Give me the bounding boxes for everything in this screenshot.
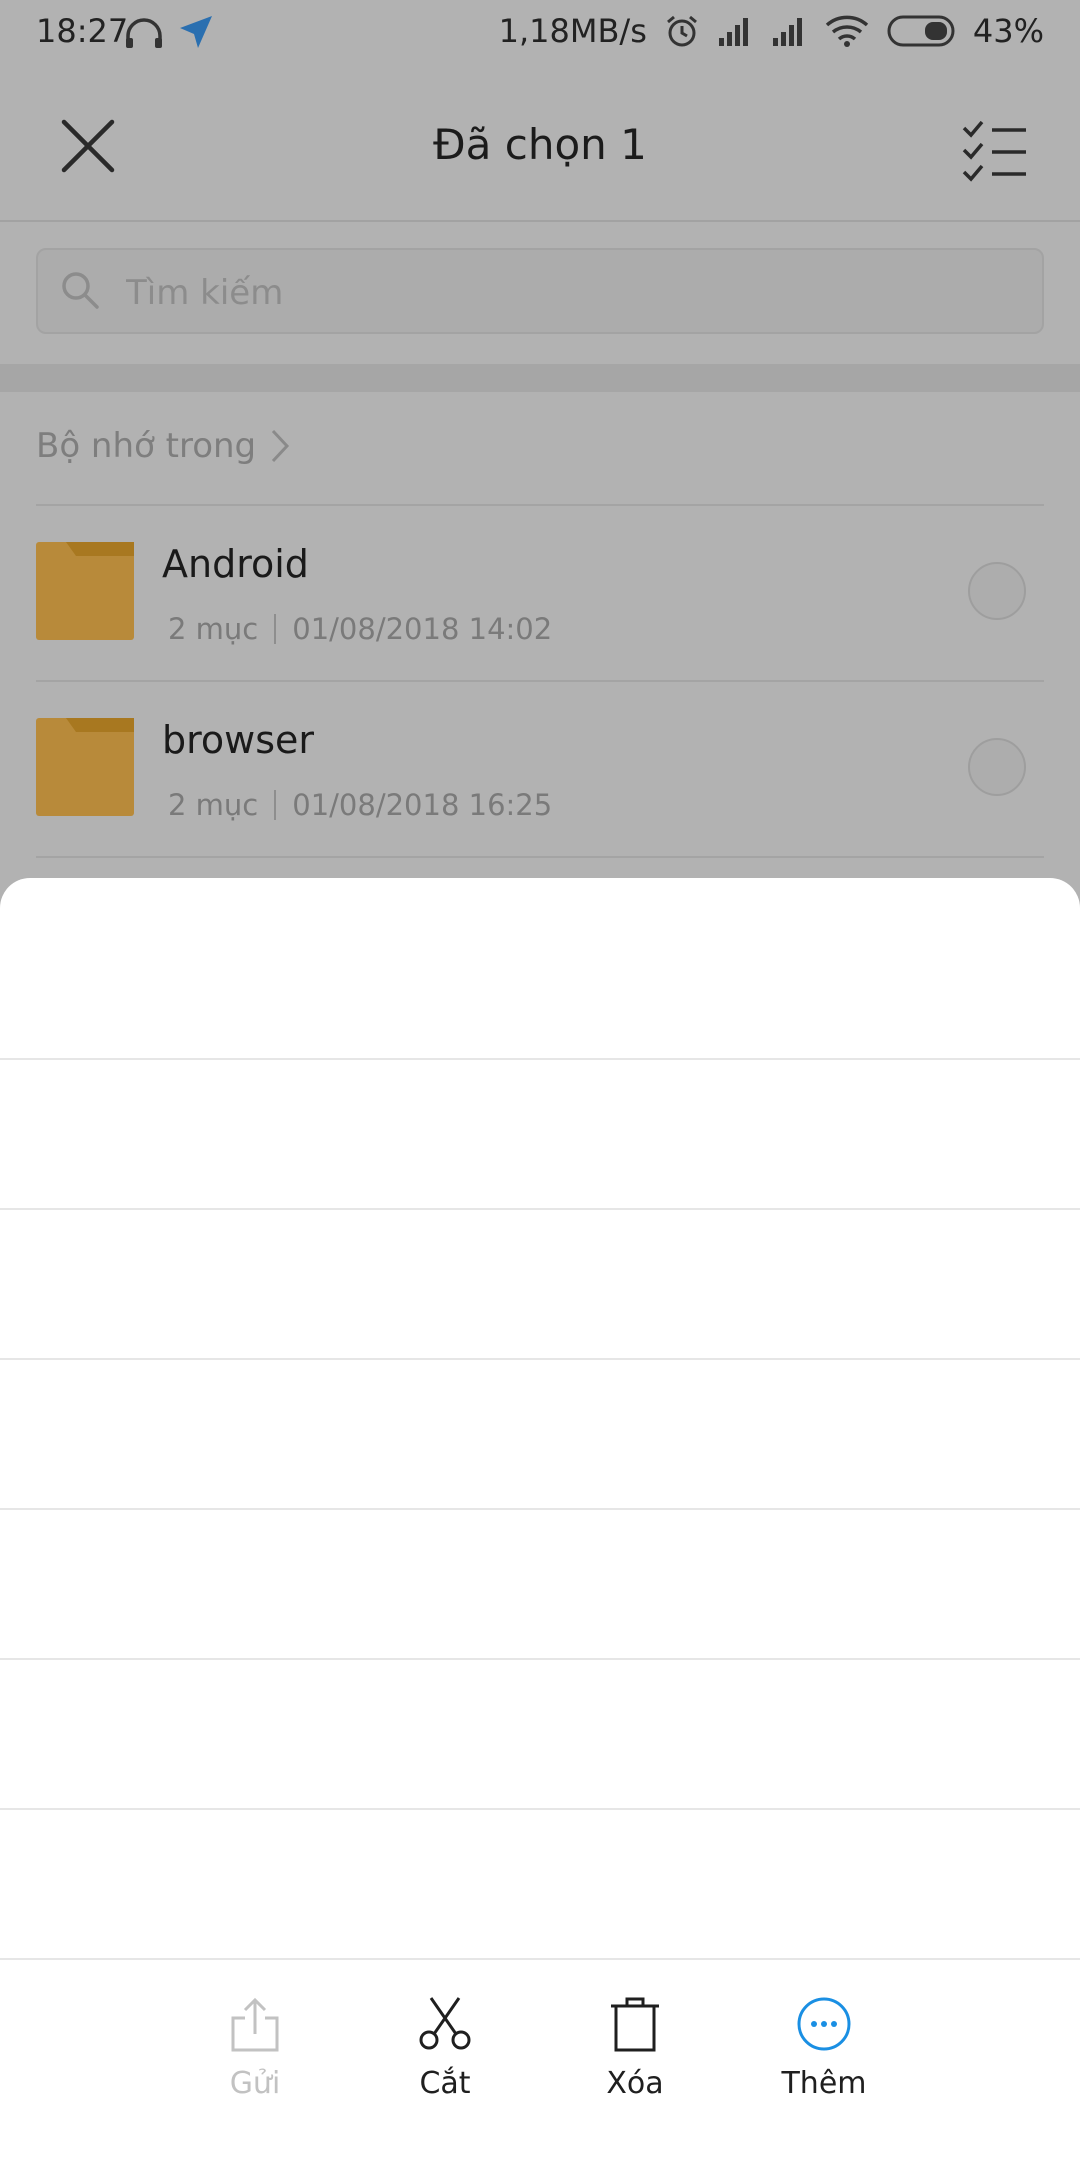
search-input[interactable] [124,264,1008,322]
wifi-icon [825,15,869,47]
item-count: 2 mục [168,612,259,646]
file-row-browser[interactable]: browser 2 mục 01/08/2018 16:25 [0,682,1080,856]
bird-app-icon [180,16,212,48]
sheet-divider [0,1058,1080,1060]
file-row-android[interactable]: Android 2 mục 01/08/2018 14:02 [0,506,1080,680]
breadcrumb-label: Bộ nhớ trong [36,426,257,466]
select-radio[interactable] [968,562,1026,620]
search-bar[interactable] [36,248,1044,334]
select-radio[interactable] [968,738,1026,796]
send-label: Gửi [229,2066,281,2101]
status-bar: 18:27 1,18MB/s 43% [0,0,1080,64]
headphones-icon [126,18,162,48]
header: Đã chọn 1 [0,64,1080,222]
search-icon [62,272,99,309]
file-name: Android [162,542,309,586]
network-speed: 1,18MB/s [498,12,647,50]
alarm-icon [666,15,697,47]
status-time: 18:27 [36,12,129,50]
sheet-divider [0,1208,1080,1210]
cut-button[interactable]: Cắt [365,1996,525,2146]
select-all-icon[interactable] [960,118,1030,182]
file-meta: 2 mục 01/08/2018 14:02 [168,612,552,646]
modified-date: 01/08/2018 14:02 [292,612,553,646]
meta-separator [274,790,277,820]
scissors-icon [419,1997,471,2050]
more-button[interactable]: Thêm [744,1996,904,2146]
more-label: Thêm [781,2066,867,2101]
modified-date: 01/08/2018 16:25 [292,788,553,822]
breadcrumb[interactable]: Bộ nhớ trong [36,426,290,466]
file-name: browser [162,718,315,762]
sheet-divider [0,1658,1080,1660]
divider [36,856,1044,858]
signal-icon [718,18,748,46]
bottom-toolbar: Gửi Cắt Xóa Thêm [0,1958,1080,2162]
share-icon [231,1997,279,2052]
file-meta: 2 mục 01/08/2018 16:25 [168,788,552,822]
signal-icon-2 [772,18,802,46]
send-button[interactable]: Gửi [175,1996,335,2146]
cut-label: Cắt [419,2066,471,2101]
battery-icon [887,15,955,47]
status-right: 1,18MB/s 43% [499,12,1044,50]
item-count: 2 mục [168,788,259,822]
delete-label: Xóa [606,2066,664,2101]
folder-icon [36,718,134,816]
page-title: Đã chọn 1 [433,120,647,169]
delete-button[interactable]: Xóa [555,1996,715,2146]
meta-separator [274,614,277,644]
sheet-divider [0,1808,1080,1810]
more-icon [797,1997,851,2051]
sheet-divider [0,1508,1080,1510]
battery-percent: 43% [972,12,1044,50]
section-divider [0,364,1080,392]
chevron-right-icon [272,429,290,463]
sheet-divider [0,1358,1080,1360]
trash-icon [611,1997,659,2052]
folder-icon [36,542,134,640]
